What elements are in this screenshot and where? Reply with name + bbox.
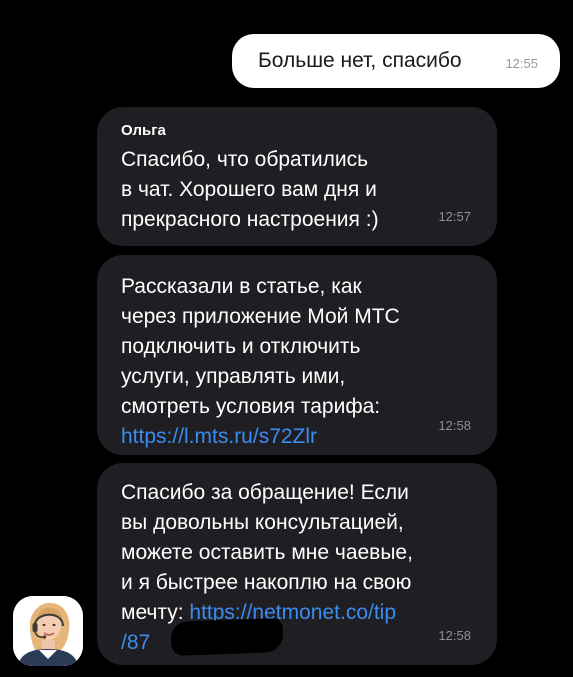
outgoing-message-time: 12:55: [505, 56, 538, 71]
message-line-with-link: мечту: https://netmonet.co/tip: [121, 598, 461, 628]
incoming-message-article[interactable]: Рассказали в статье, как через приложени…: [97, 255, 497, 455]
message-line: смотреть условия тарифа:: [121, 395, 381, 418]
outgoing-message-text: Больше нет, спасибо: [258, 49, 462, 72]
support-agent-avatar-icon[interactable]: [13, 596, 83, 666]
message-line: прекрасного настроения :): [121, 208, 379, 231]
message-line: можете оставить мне чаевые,: [121, 541, 413, 564]
message-time: 12:58: [438, 418, 471, 433]
redaction-mark: [170, 618, 284, 656]
message-line-prefix: мечту:: [121, 601, 190, 624]
message-line: Спасибо, что обратились: [121, 148, 369, 171]
message-line: вы довольны консультацией,: [121, 511, 404, 534]
incoming-message-tips[interactable]: Спасибо за обращение! Если вы довольны к…: [97, 463, 497, 665]
tip-link-continuation[interactable]: /87: [121, 631, 150, 654]
message-line: подключить и отключить: [121, 335, 361, 358]
message-line: Рассказали в статье, как: [121, 275, 362, 298]
message-line: услуги, управлять ими,: [121, 365, 346, 388]
message-line: через приложение Мой МТС: [121, 305, 400, 328]
outgoing-message[interactable]: Больше нет, спасибо 12:55: [232, 34, 560, 88]
incoming-message-thanks[interactable]: Ольга Спасибо, что обратились в чат. Хор…: [97, 107, 497, 246]
message-line: Спасибо за обращение! Если: [121, 481, 409, 504]
message-time: 12:58: [438, 628, 471, 643]
article-link[interactable]: https://l.mts.ru/s72Zlr: [121, 422, 461, 452]
message-time: 12:57: [438, 209, 471, 224]
sender-name: Ольга: [121, 122, 166, 139]
message-line: и я быстрее накоплю на свою: [121, 571, 412, 594]
avatar-portrait: [13, 596, 83, 666]
message-line: в чат. Хорошего вам дня и: [121, 178, 377, 201]
